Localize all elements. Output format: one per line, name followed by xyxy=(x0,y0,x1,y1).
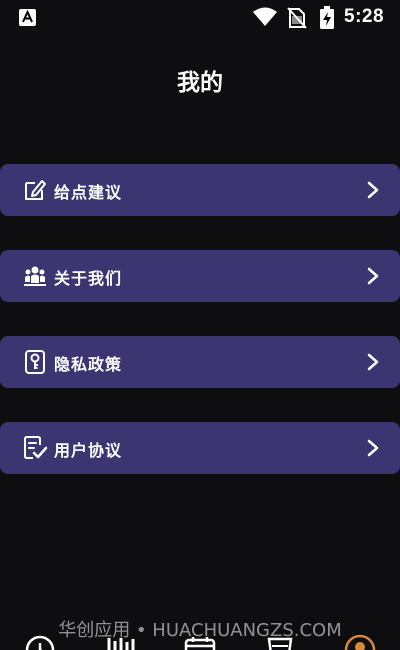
no-sim-icon xyxy=(287,7,307,29)
status-bar: 5:28 xyxy=(0,0,400,36)
text-a-icon xyxy=(19,9,36,26)
edit-icon xyxy=(25,180,46,200)
menu-item-label: 给点建议 xyxy=(54,183,123,202)
chevron-right-icon xyxy=(367,181,379,199)
status-time: 5:28 xyxy=(344,6,385,27)
chevron-right-icon xyxy=(367,439,379,457)
menu-item-suggestions[interactable]: 给点建议 xyxy=(0,164,400,216)
menu-item-label: 用户协议 xyxy=(54,441,123,460)
battery-charging-icon xyxy=(320,6,334,29)
menu-item-user-agreement[interactable]: 用户协议 xyxy=(0,422,400,474)
watermark: 华创应用 • HUACHUANGZS.COM xyxy=(58,620,342,641)
checklist-icon xyxy=(24,436,48,459)
menu-item-label: 关于我们 xyxy=(54,269,123,288)
key-icon xyxy=(25,350,45,374)
group-icon xyxy=(24,266,46,286)
wifi-icon xyxy=(253,7,277,26)
menu-item-label: 隐私政策 xyxy=(54,355,123,374)
menu-item-about-us[interactable]: 关于我们 xyxy=(0,250,400,302)
menu-item-privacy-policy[interactable]: 隐私政策 xyxy=(0,336,400,388)
chevron-right-icon xyxy=(367,267,379,285)
chevron-right-icon xyxy=(367,353,379,371)
page-title: 我的 xyxy=(177,70,223,96)
